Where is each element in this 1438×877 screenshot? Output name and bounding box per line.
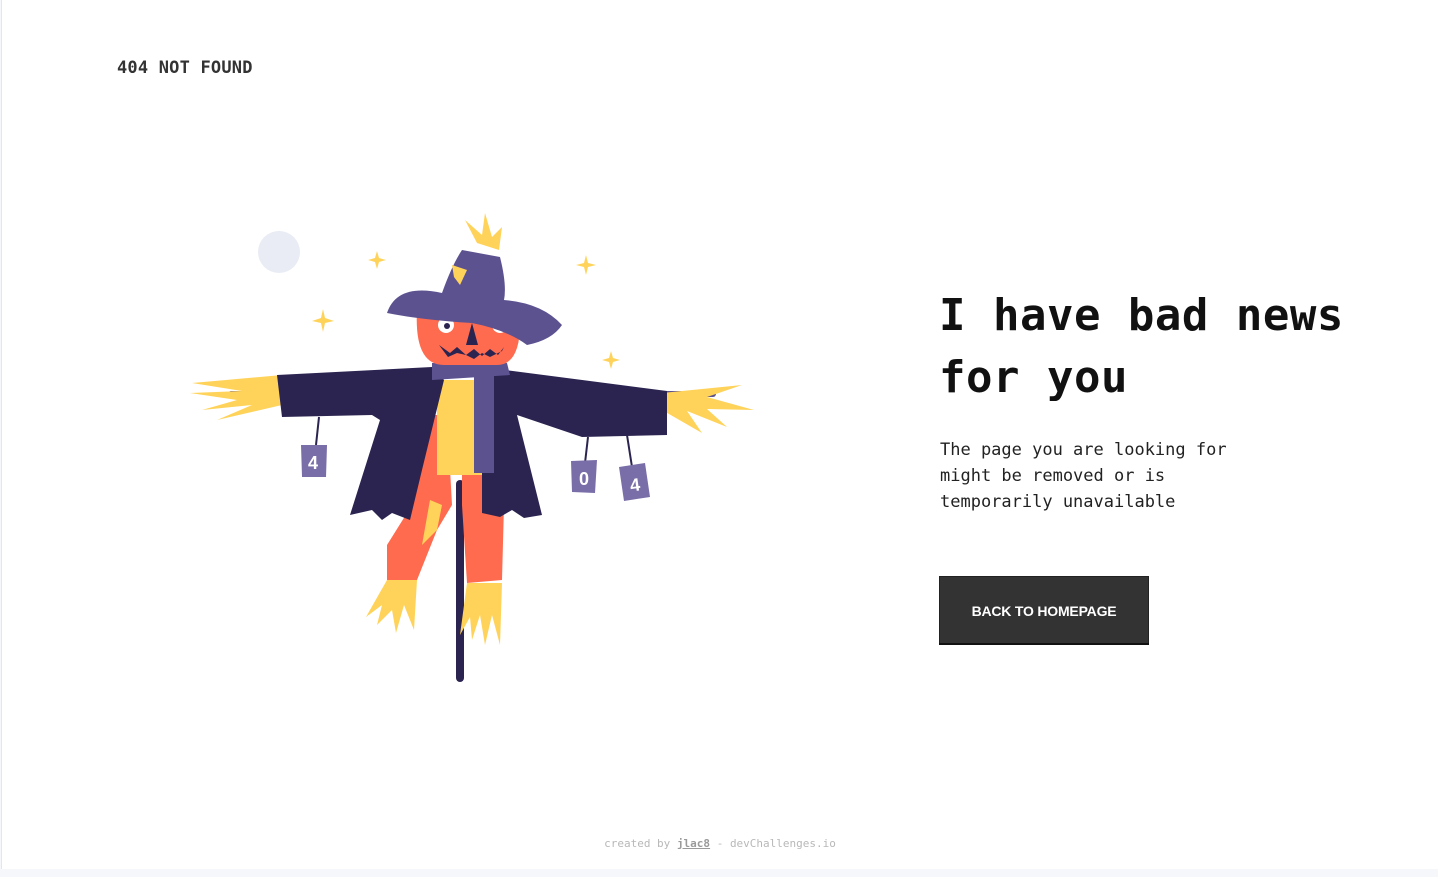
page: 404 NOT FOUND 4 0 4 I have bad news for … (1, 0, 1438, 869)
brand-logo[interactable]: 404 NOT FOUND (117, 58, 253, 78)
footer-prefix: created by (604, 837, 671, 850)
can-middle-label: 0 (579, 469, 589, 489)
footer: created by jlac8 - devChallenges.io (2, 837, 1438, 850)
footer-separator: - (716, 837, 724, 850)
can-left-label: 4 (308, 453, 318, 473)
footer-site: devChallenges.io (729, 837, 836, 850)
moon-shape (258, 231, 300, 273)
scarecrow-illustration: 4 0 4 (190, 213, 754, 682)
feet-straw (366, 580, 502, 645)
left-hand-straw (190, 375, 282, 420)
right-hand-straw (662, 385, 754, 433)
page-title: I have bad news for you (939, 290, 1344, 403)
page-description: The page you are looking for might be re… (940, 440, 1227, 512)
author-link[interactable]: jlac8 (677, 837, 710, 850)
back-to-homepage-button[interactable]: Back to homepage (939, 576, 1149, 645)
